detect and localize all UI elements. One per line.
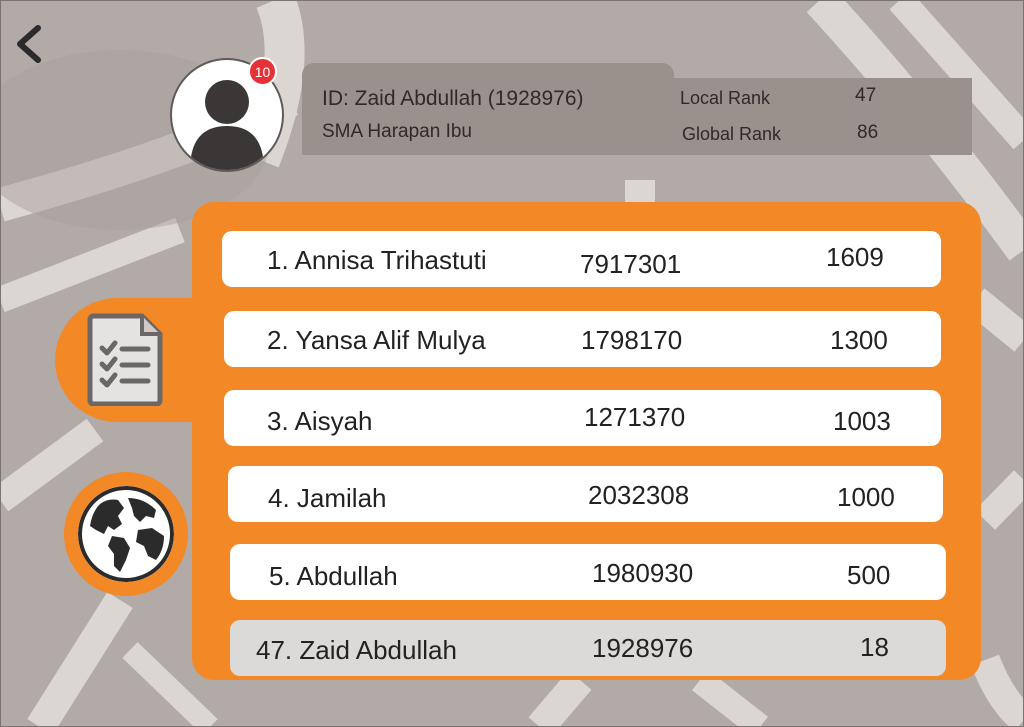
row-score: 500 — [847, 560, 891, 590]
chevron-left-icon — [17, 25, 41, 63]
leaderboard-row-5[interactable]: 5. Abdullah 1980930 500 — [230, 544, 946, 600]
leaderboard-row-current-user[interactable]: 47. Zaid Abdullah 1928976 18 — [230, 620, 946, 676]
row-id: 1980930 — [592, 558, 694, 588]
row-name: 4. Jamilah — [268, 483, 387, 513]
row-id: 2032308 — [588, 480, 690, 510]
row-score: 1003 — [833, 406, 891, 436]
leaderboard-row-2[interactable]: 2. Yansa Alif Mulya 1798170 1300 — [224, 311, 941, 367]
row-name: 1. Annisa Trihastuti — [267, 245, 487, 275]
leaderboard-row-1[interactable]: 1. Annisa Trihastuti 7917301 1609 — [222, 231, 941, 287]
global-rank-label: Global Rank — [682, 124, 782, 144]
local-rank-label: Local Rank — [680, 88, 771, 108]
profile-school: SMA Harapan Ibu — [322, 121, 472, 142]
row-score: 1300 — [830, 325, 888, 355]
notification-badge[interactable]: 10 — [248, 57, 277, 86]
row-name: 5. Abdullah — [269, 561, 398, 591]
row-id: 1798170 — [581, 325, 683, 355]
profile-id: ID: Zaid Abdullah (1928976) — [322, 87, 584, 110]
row-name: 47. Zaid Abdullah — [256, 635, 457, 665]
row-id: 7917301 — [580, 249, 682, 279]
row-name: 3. Aisyah — [267, 406, 373, 436]
back-button[interactable] — [10, 22, 50, 66]
row-id: 1928976 — [592, 633, 694, 663]
local-rank-value: 47 — [855, 85, 877, 106]
row-score: 18 — [860, 632, 889, 662]
row-score: 1609 — [826, 242, 884, 272]
tab-globe[interactable] — [64, 472, 188, 596]
row-name: 2. Yansa Alif Mulya — [267, 325, 486, 355]
global-rank-value: 86 — [857, 122, 879, 143]
row-score: 1000 — [837, 482, 895, 512]
tab-checklist[interactable] — [86, 312, 166, 407]
leaderboard-row-3[interactable]: 3. Aisyah 1271370 1003 — [224, 390, 941, 446]
globe-icon — [78, 486, 174, 582]
checklist-icon — [87, 313, 163, 407]
row-id: 1271370 — [584, 402, 686, 432]
leaderboard-row-4[interactable]: 4. Jamilah 2032308 1000 — [228, 466, 943, 522]
